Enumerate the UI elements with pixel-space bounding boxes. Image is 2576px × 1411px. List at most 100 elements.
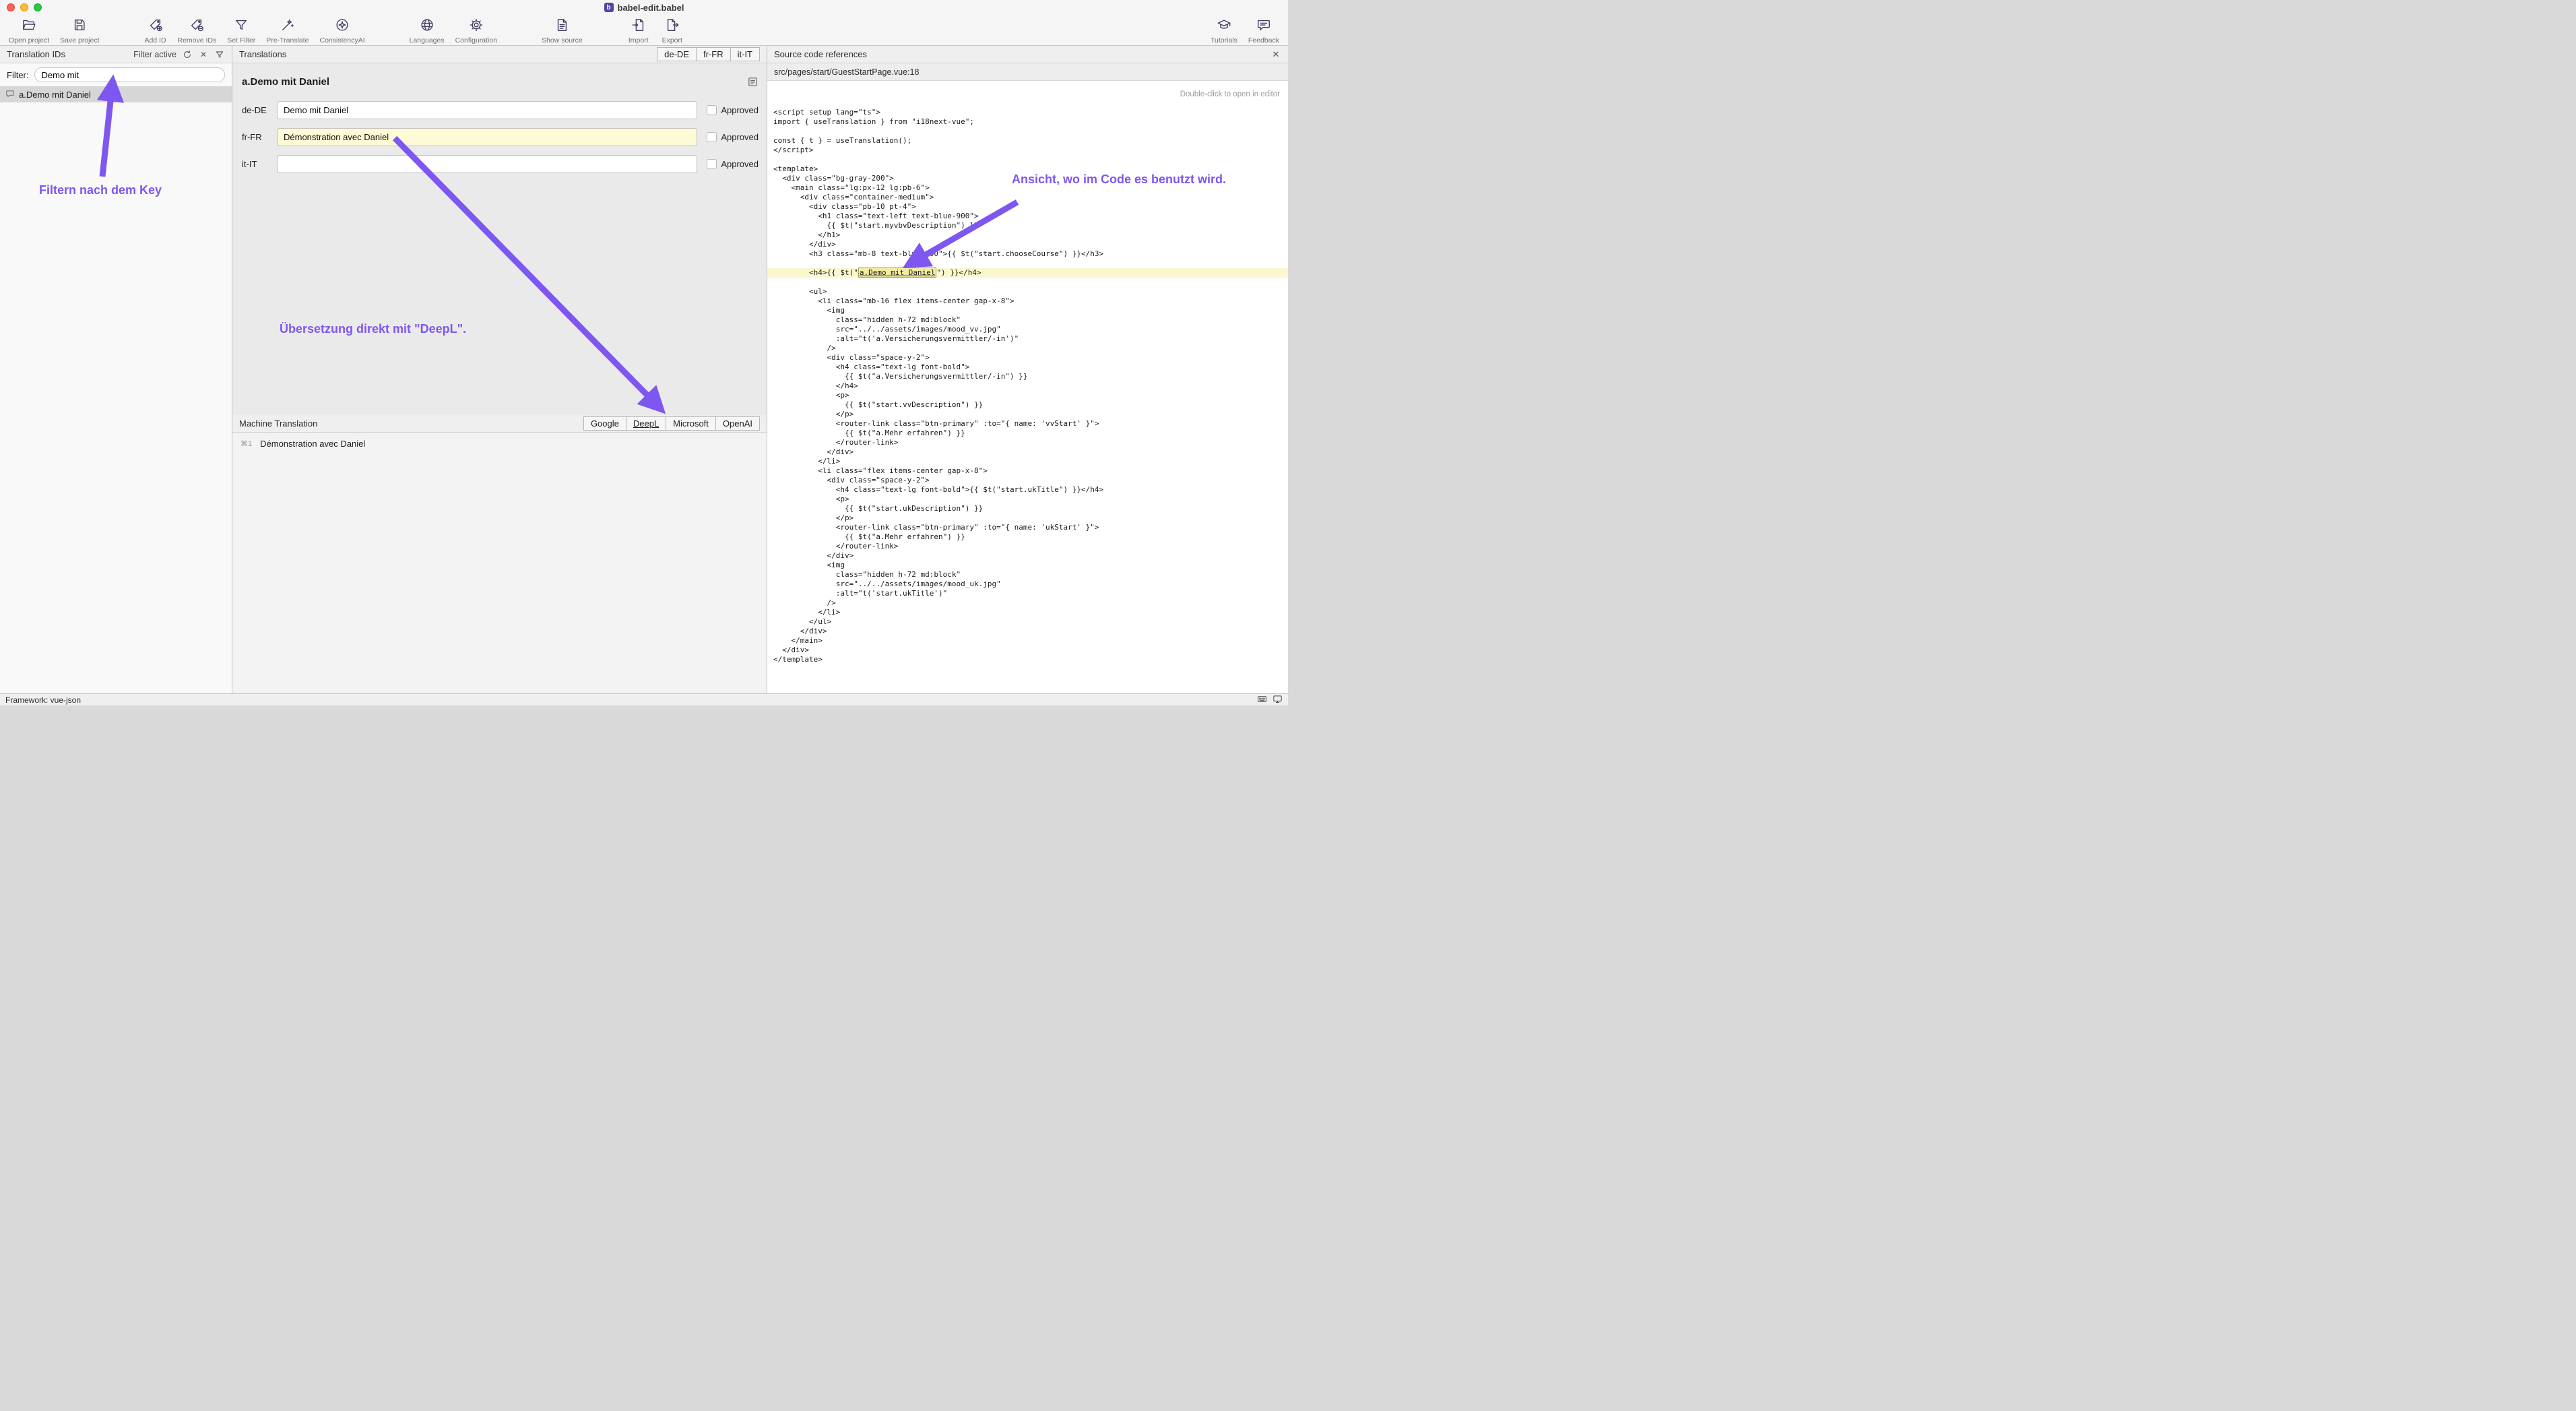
- filter-input[interactable]: [34, 67, 226, 82]
- selected-translation-id: a.Demo mit Daniel: [242, 76, 329, 88]
- mt-shortcut: ⌘1: [240, 439, 252, 448]
- code-line: </p>: [767, 410, 1288, 419]
- filter-row: Filter:: [0, 63, 232, 86]
- toolbar-group: Show source: [538, 16, 586, 46]
- window-title-text: babel-edit.babel: [618, 3, 684, 13]
- code-line: <li class="flex items-center gap-x-8">: [767, 466, 1288, 476]
- close-panel-icon[interactable]: ✕: [1270, 49, 1281, 60]
- refresh-icon[interactable]: [182, 49, 193, 60]
- language-label: de-DE: [242, 105, 277, 115]
- approved-checkbox-de-DE[interactable]: [707, 105, 717, 115]
- translation-row-fr-FR: fr-FR Approved: [242, 128, 759, 146]
- toolbar-languages[interactable]: Languages: [406, 16, 448, 46]
- app-window: b babel-edit.babel Open project Save proj…: [0, 0, 1288, 706]
- mt-tab-openai[interactable]: OpenAI: [716, 416, 760, 431]
- mt-tab-deepl[interactable]: DeepL: [626, 416, 666, 431]
- export-icon: [665, 18, 680, 36]
- traffic-lights: [7, 3, 42, 11]
- toolbar-consistencyai[interactable]: ConsistencyAI: [317, 16, 368, 46]
- toolbar-set-filter[interactable]: Set Filter: [224, 16, 259, 46]
- code-line: <p>: [767, 391, 1288, 400]
- code-line: :alt="t('start.ukTitle')": [767, 589, 1288, 598]
- code-line: </div>: [767, 447, 1288, 457]
- mt-suggestion-text: Démonstration avec Daniel: [260, 439, 365, 449]
- language-tab-it-IT[interactable]: it-IT: [731, 47, 760, 61]
- tag-minus-icon: [189, 18, 204, 36]
- zoom-window-button[interactable]: [34, 3, 42, 11]
- code-line: </h1>: [767, 230, 1288, 240]
- highlighted-translation-key[interactable]: a.Demo mit Daniel: [858, 268, 937, 278]
- source-file-reference[interactable]: src/pages/start/GuestStartPage.vue:18: [767, 63, 1288, 81]
- toolbar-configuration[interactable]: Configuration: [452, 16, 501, 46]
- main-area: Translation IDs Filter active ✕ Filter: …: [0, 46, 1288, 693]
- filter-icon[interactable]: [214, 49, 225, 60]
- source-panel-header: Source code references ✕: [767, 46, 1288, 63]
- clear-filter-icon[interactable]: ✕: [198, 49, 209, 60]
- code-line: </script>: [767, 146, 1288, 155]
- toolbar-group: Add ID Remove IDs Set FilterPre-Translate C…: [141, 16, 368, 46]
- code-line: class="hidden h-72 md:block": [767, 315, 1288, 325]
- toolbar-label: ConsistencyAI: [320, 36, 365, 44]
- toolbar-label: Save project: [60, 36, 99, 44]
- translation-id-label: a.Demo mit Daniel: [19, 90, 91, 100]
- approved-checkbox-fr-FR[interactable]: [707, 132, 717, 142]
- close-window-button[interactable]: [7, 3, 15, 11]
- code-line: <div class="space-y-2">: [767, 353, 1288, 363]
- toolbar-export[interactable]: Export: [657, 16, 687, 46]
- magic-wand-icon: [280, 18, 295, 36]
- code-line: <h4 class="text-lg font-bold">: [767, 363, 1288, 372]
- language-tab-fr-FR[interactable]: fr-FR: [697, 47, 731, 61]
- minimize-window-button[interactable]: [20, 3, 28, 11]
- toolbar-save-project[interactable]: Save project: [57, 16, 102, 46]
- mt-suggestion-row[interactable]: ⌘1 Démonstration avec Daniel: [240, 439, 759, 449]
- language-tab-de-DE[interactable]: de-DE: [657, 47, 697, 61]
- approved-label: Approved: [721, 132, 759, 142]
- code-line: import { useTranslation } from "i18next-…: [767, 117, 1288, 127]
- code-line: <div class="container-medium">: [767, 193, 1288, 202]
- toolbar-pre-translate[interactable]: Pre-Translate: [263, 16, 312, 46]
- source-code-view[interactable]: <script setup lang="ts">import { useTran…: [767, 108, 1288, 693]
- mt-tab-google[interactable]: Google: [583, 416, 626, 431]
- code-line: <template>: [767, 164, 1288, 174]
- translation-input-fr-FR[interactable]: [277, 128, 697, 146]
- toolbar-feedback[interactable]: Feedback: [1245, 16, 1283, 46]
- toolbar-import[interactable]: Import: [624, 16, 653, 46]
- translation-ids-panel: Translation IDs Filter active ✕ Filter: …: [0, 46, 232, 693]
- mt-tab-microsoft[interactable]: Microsoft: [666, 416, 716, 431]
- code-line: <div class="space-y-2">: [767, 476, 1288, 485]
- translation-key-row: a.Demo mit Daniel: [242, 73, 759, 90]
- status-bar: Framework: vue-json: [0, 693, 1288, 706]
- keyboard-icon[interactable]: [1257, 694, 1267, 706]
- translation-id-item[interactable]: a.Demo mit Daniel: [0, 86, 232, 102]
- code-line: </div>: [767, 240, 1288, 249]
- translation-input-it-IT[interactable]: [277, 155, 697, 173]
- toolbar-label: Configuration: [455, 36, 497, 44]
- approved-label: Approved: [721, 105, 759, 115]
- display-icon[interactable]: [1273, 694, 1283, 706]
- toolbar-remove-ids[interactable]: Remove IDs: [174, 16, 220, 46]
- toolbar-label: Remove IDs: [178, 36, 217, 44]
- toolbar-label: Feedback: [1248, 36, 1279, 44]
- folder-open-icon: [22, 18, 36, 36]
- approved-checkbox-it-IT[interactable]: [707, 159, 717, 169]
- filter-active-label: Filter active: [133, 50, 176, 59]
- titlebar: b babel-edit.babel: [0, 0, 1288, 15]
- toolbar-open-project[interactable]: Open project: [5, 16, 53, 46]
- machine-translation-header: Machine Translation GoogleDeepLMicrosoft…: [232, 415, 767, 433]
- code-line: </router-link>: [767, 438, 1288, 447]
- translation-ids-title: Translation IDs: [7, 49, 65, 59]
- code-line: {{ $t("a.Mehr erfahren") }}: [767, 532, 1288, 542]
- code-line: </div>: [767, 551, 1288, 561]
- translation-input-de-DE[interactable]: [277, 101, 697, 119]
- toolbar-show-source[interactable]: Show source: [538, 16, 586, 46]
- code-line: </router-link>: [767, 542, 1288, 551]
- language-label: fr-FR: [242, 132, 277, 142]
- app-icon: b: [604, 3, 614, 12]
- toolbar-add-id[interactable]: Add ID: [141, 16, 170, 46]
- code-line: </template>: [767, 655, 1288, 664]
- toolbar-tutorials[interactable]: Tutorials: [1207, 16, 1241, 46]
- machine-translation-body: ⌘1 Démonstration avec Daniel: [232, 433, 767, 693]
- gear-icon: [469, 18, 484, 36]
- code-line: <h1 class="text-left text-blue-900">: [767, 212, 1288, 221]
- comment-icon[interactable]: [746, 75, 759, 88]
